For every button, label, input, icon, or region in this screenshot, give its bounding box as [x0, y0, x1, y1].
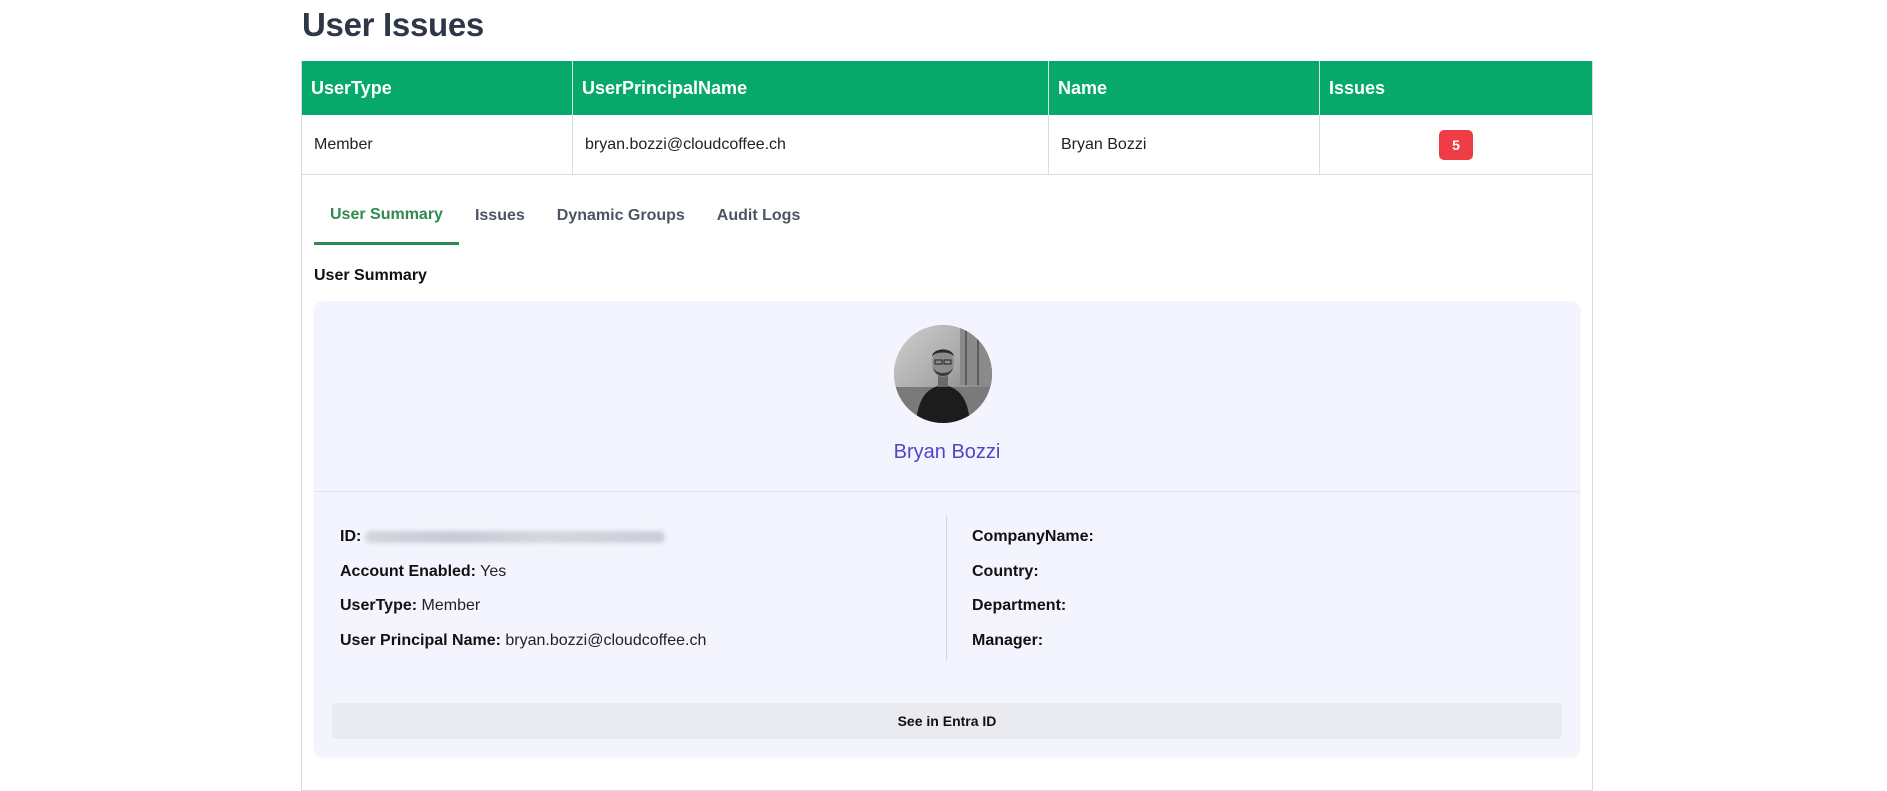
column-divider	[946, 515, 947, 661]
field-id: ID:	[340, 525, 950, 560]
field-department: Department:	[972, 594, 1552, 629]
field-department-label: Department:	[972, 597, 1067, 614]
field-id-label: ID:	[340, 528, 362, 545]
avatar	[894, 325, 992, 423]
table-header: UserType UserPrincipalName Name Issues	[302, 61, 1592, 115]
field-manager: Manager:	[972, 629, 1552, 664]
field-id-value-redacted	[365, 530, 666, 543]
field-country: Country:	[972, 560, 1552, 595]
user-display-name: Bryan Bozzi	[893, 441, 1001, 463]
field-account-enabled-value: Yes	[480, 562, 507, 580]
field-account-enabled: Account Enabled: Yes	[340, 560, 950, 595]
see-in-entra-id-button[interactable]: See in Entra ID	[332, 703, 1562, 739]
user-photo-icon	[894, 325, 992, 423]
field-account-enabled-label: Account Enabled:	[340, 562, 477, 580]
column-header-usertype[interactable]: UserType	[302, 61, 573, 115]
user-issues-table: UserType UserPrincipalName Name Issues M…	[301, 61, 1593, 791]
table-row[interactable]: Member bryan.bozzi@cloudcoffee.ch Bryan …	[302, 115, 1592, 175]
divider	[314, 491, 1580, 492]
user-details-left: ID: Account Enabled: Yes UserType: Membe…	[340, 525, 950, 663]
field-upn-value: bryan.bozzi@cloudcoffee.ch	[505, 631, 707, 649]
field-upn: User Principal Name: bryan.bozzi@cloudco…	[340, 629, 950, 664]
cell-upn: bryan.bozzi@cloudcoffee.ch	[573, 115, 1049, 174]
tab-user-summary[interactable]: User Summary	[314, 187, 459, 245]
tab-audit-logs[interactable]: Audit Logs	[701, 187, 817, 245]
column-header-name[interactable]: Name	[1049, 61, 1320, 115]
column-header-upn[interactable]: UserPrincipalName	[573, 61, 1049, 115]
column-header-issues[interactable]: Issues	[1320, 61, 1592, 115]
field-usertype: UserType: Member	[340, 594, 950, 629]
user-summary-card: Bryan Bozzi ID: Account Enabled: Yes Use…	[314, 301, 1580, 757]
field-manager-label: Manager:	[972, 631, 1044, 649]
field-country-label: Country:	[972, 562, 1039, 580]
cell-issues: 5	[1320, 115, 1592, 174]
tab-dynamic-groups[interactable]: Dynamic Groups	[541, 187, 701, 245]
field-usertype-value: Member	[421, 597, 481, 614]
field-company-name-label: CompanyName:	[972, 528, 1094, 545]
tab-issues[interactable]: Issues	[459, 187, 541, 245]
user-details-right: CompanyName: Country: Department: Manage…	[972, 525, 1552, 663]
detail-tabs: User Summary Issues Dynamic Groups Audit…	[314, 187, 816, 245]
section-title: User Summary	[314, 267, 427, 284]
page-title: User Issues	[302, 6, 484, 43]
field-usertype-label: UserType:	[340, 597, 418, 614]
field-company-name: CompanyName:	[972, 525, 1552, 560]
cell-name: Bryan Bozzi	[1049, 115, 1320, 174]
cell-usertype: Member	[302, 115, 573, 174]
issues-count-badge[interactable]: 5	[1439, 129, 1473, 160]
field-upn-label: User Principal Name:	[340, 631, 501, 649]
